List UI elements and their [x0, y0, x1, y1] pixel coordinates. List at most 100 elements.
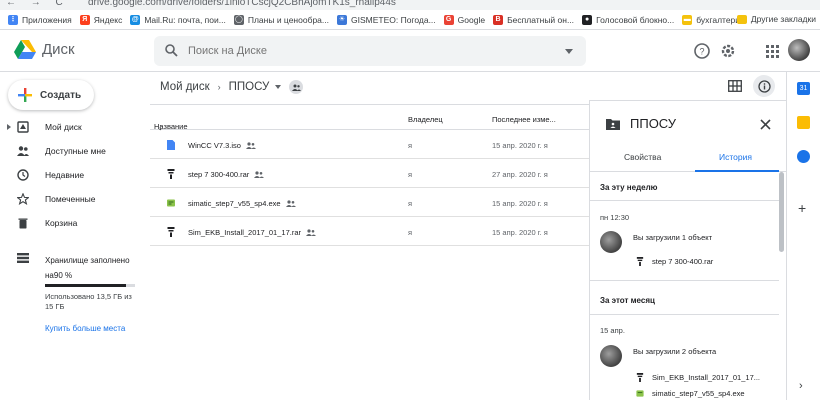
search-options-dropdown-icon[interactable]: [565, 49, 573, 54]
account-avatar[interactable]: [788, 39, 810, 61]
close-icon[interactable]: [760, 119, 771, 130]
archive-file-icon: [167, 227, 175, 237]
section-divider: [590, 200, 779, 201]
column-modified[interactable]: Последнее изме...: [492, 115, 556, 124]
calendar-icon[interactable]: 31: [797, 82, 810, 95]
nav-item-label: Помеченные: [45, 194, 96, 204]
grid-view-icon[interactable]: [728, 80, 742, 92]
bookmark-google[interactable]: G Google: [443, 14, 485, 25]
nav-item-trash[interactable]: Корзина: [0, 212, 150, 234]
folder-icon: ▬: [682, 14, 693, 25]
nav-item-label: Мой диск: [45, 122, 82, 132]
trash-icon: [18, 218, 28, 229]
tasks-icon[interactable]: [797, 150, 810, 163]
settings-gear-icon[interactable]: [718, 41, 738, 61]
history-file[interactable]: Sim_EKB_Install_2017_01_17...: [636, 373, 760, 382]
breadcrumb-current[interactable]: ППОСУ: [229, 81, 270, 93]
left-nav: Создать Мой диск Доступные мне Недавние …: [0, 72, 150, 400]
nav-item-starred[interactable]: Помеченные: [0, 188, 150, 210]
help-icon[interactable]: ?: [692, 41, 712, 61]
gismeteo-icon: ☀: [337, 14, 347, 25]
nav-item-recent[interactable]: Недавние: [0, 164, 150, 186]
search-icon[interactable]: [165, 44, 178, 57]
history-file[interactable]: simatic_step7_v55_sp4.exe: [636, 389, 745, 398]
storage-usage-bar: [45, 284, 135, 287]
file-row[interactable]: WinCC V7.3.iso я 15 апр. 2020 г. я: [150, 130, 590, 159]
free-service-icon: B: [493, 14, 504, 25]
expand-caret-icon[interactable]: [7, 124, 11, 130]
main-divider: [150, 104, 590, 105]
tab-properties[interactable]: Свойства: [624, 152, 661, 162]
shared-people-icon: [306, 229, 316, 236]
apps-grid-icon: ⋮: [8, 14, 18, 25]
storage-usage-text: Использовано 13,5 ГБ из 15 ГБ: [45, 292, 132, 312]
info-icon: [757, 79, 771, 93]
archive-file-icon: [636, 257, 644, 266]
bookmark-mailru[interactable]: @ Mail.Ru: почта, пои...: [130, 14, 226, 25]
bookmark-voice-notebook[interactable]: ● Голосовой блокно...: [582, 14, 674, 25]
breadcrumb-separator-icon: ›: [217, 82, 221, 92]
section-divider: [590, 280, 779, 281]
bookmark-yandex[interactable]: Я Яндекс: [79, 14, 122, 25]
add-addon-icon[interactable]: +: [798, 200, 806, 216]
nav-item-label: Корзина: [45, 218, 78, 228]
browser-address-bar[interactable]: ← → C drive.google.com/drive/folders/1ln…: [0, 0, 820, 10]
storage-status[interactable]: Хранилище заполнено на90 %: [45, 253, 130, 283]
history-action: Вы загрузили 1 объект: [633, 233, 713, 242]
drive-logo[interactable]: Диск: [14, 40, 75, 59]
shared-people-icon: [245, 142, 256, 149]
file-row[interactable]: Sim_EKB_Install_2017_01_17.rar я 15 апр.…: [150, 217, 590, 246]
nav-item-shared-with-me[interactable]: Доступные мне: [0, 140, 150, 162]
history-time: пн 12:30: [600, 213, 630, 222]
file-list-header: Название ↓ Владелец Последнее изме...: [150, 108, 590, 132]
nav-item-label: Доступные мне: [45, 146, 106, 156]
archive-file-icon: [167, 169, 175, 179]
buy-storage-link[interactable]: Купить больше места: [45, 324, 125, 333]
bookmark-gismeteo[interactable]: ☀ GISMETEO: Погода...: [337, 14, 436, 25]
yandex-icon: Я: [79, 14, 90, 25]
storage-icon: [17, 253, 29, 263]
active-tab-indicator: [695, 170, 779, 172]
search-input[interactable]: [188, 42, 548, 60]
details-tabs: Свойства История: [590, 144, 787, 172]
exe-file-icon: [636, 390, 644, 397]
bookmark-plans[interactable]: ◯ Планы и ценообра...: [233, 14, 329, 25]
bookmark-free-service[interactable]: B Бесплатный он...: [493, 14, 574, 25]
file-row[interactable]: step 7 300-400.rar я 27 апр. 2020 г. я: [150, 159, 590, 188]
bookmark-other[interactable]: Другие закладки: [736, 14, 816, 24]
browser-nav-arrows-icon[interactable]: ← → C: [6, 0, 69, 8]
bookmark-apps[interactable]: ⋮ Приложения: [8, 14, 72, 25]
history-time: 15 апр.: [600, 326, 625, 335]
create-plus-icon: [18, 88, 32, 102]
search-box[interactable]: [154, 36, 586, 66]
create-button-label: Создать: [40, 89, 82, 101]
tab-history[interactable]: История: [719, 152, 752, 162]
file-name: Sim_EKB_Install_2017_01_17.rar: [188, 228, 316, 237]
column-owner[interactable]: Владелец: [408, 115, 443, 124]
nav-item-my-drive[interactable]: Мой диск: [0, 116, 150, 138]
breadcrumb: Мой диск › ППОСУ: [160, 80, 304, 94]
folder-menu-dropdown-icon[interactable]: [275, 85, 282, 89]
apps-launcher-icon[interactable]: [762, 41, 782, 61]
voice-notebook-icon: ●: [582, 14, 593, 25]
side-apps-rail: 31 + ›: [786, 72, 820, 400]
file-name: simatic_step7_v55_sp4.exe: [188, 199, 296, 208]
storage-usage-line2: 15 ГБ: [45, 302, 65, 311]
details-title: ППОСУ: [630, 116, 677, 131]
expand-panel-chevron-icon[interactable]: ›: [799, 380, 803, 392]
bookmark-accounting[interactable]: ▬ бухгалтерия: [682, 14, 745, 25]
create-button[interactable]: Создать: [8, 80, 94, 110]
breadcrumb-root[interactable]: Мой диск: [160, 81, 210, 93]
details-toggle-button[interactable]: [753, 75, 775, 97]
history-section-heading: За этот месяц: [600, 296, 655, 305]
keep-icon[interactable]: [797, 116, 810, 129]
shared-folder-icon[interactable]: [289, 80, 304, 94]
browser-url[interactable]: drive.google.com/drive/folders/1lnloTCsc…: [88, 0, 396, 8]
avatar: [600, 231, 622, 253]
file-row[interactable]: simatic_step7_v55_sp4.exe я 15 апр. 2020…: [150, 188, 590, 217]
file-owner: я: [408, 170, 413, 179]
drive-logo-icon: [14, 40, 36, 59]
panel-scrollbar[interactable]: [779, 172, 784, 252]
file-owner: я: [408, 199, 413, 208]
history-file[interactable]: step 7 300-400.rar: [636, 257, 713, 266]
